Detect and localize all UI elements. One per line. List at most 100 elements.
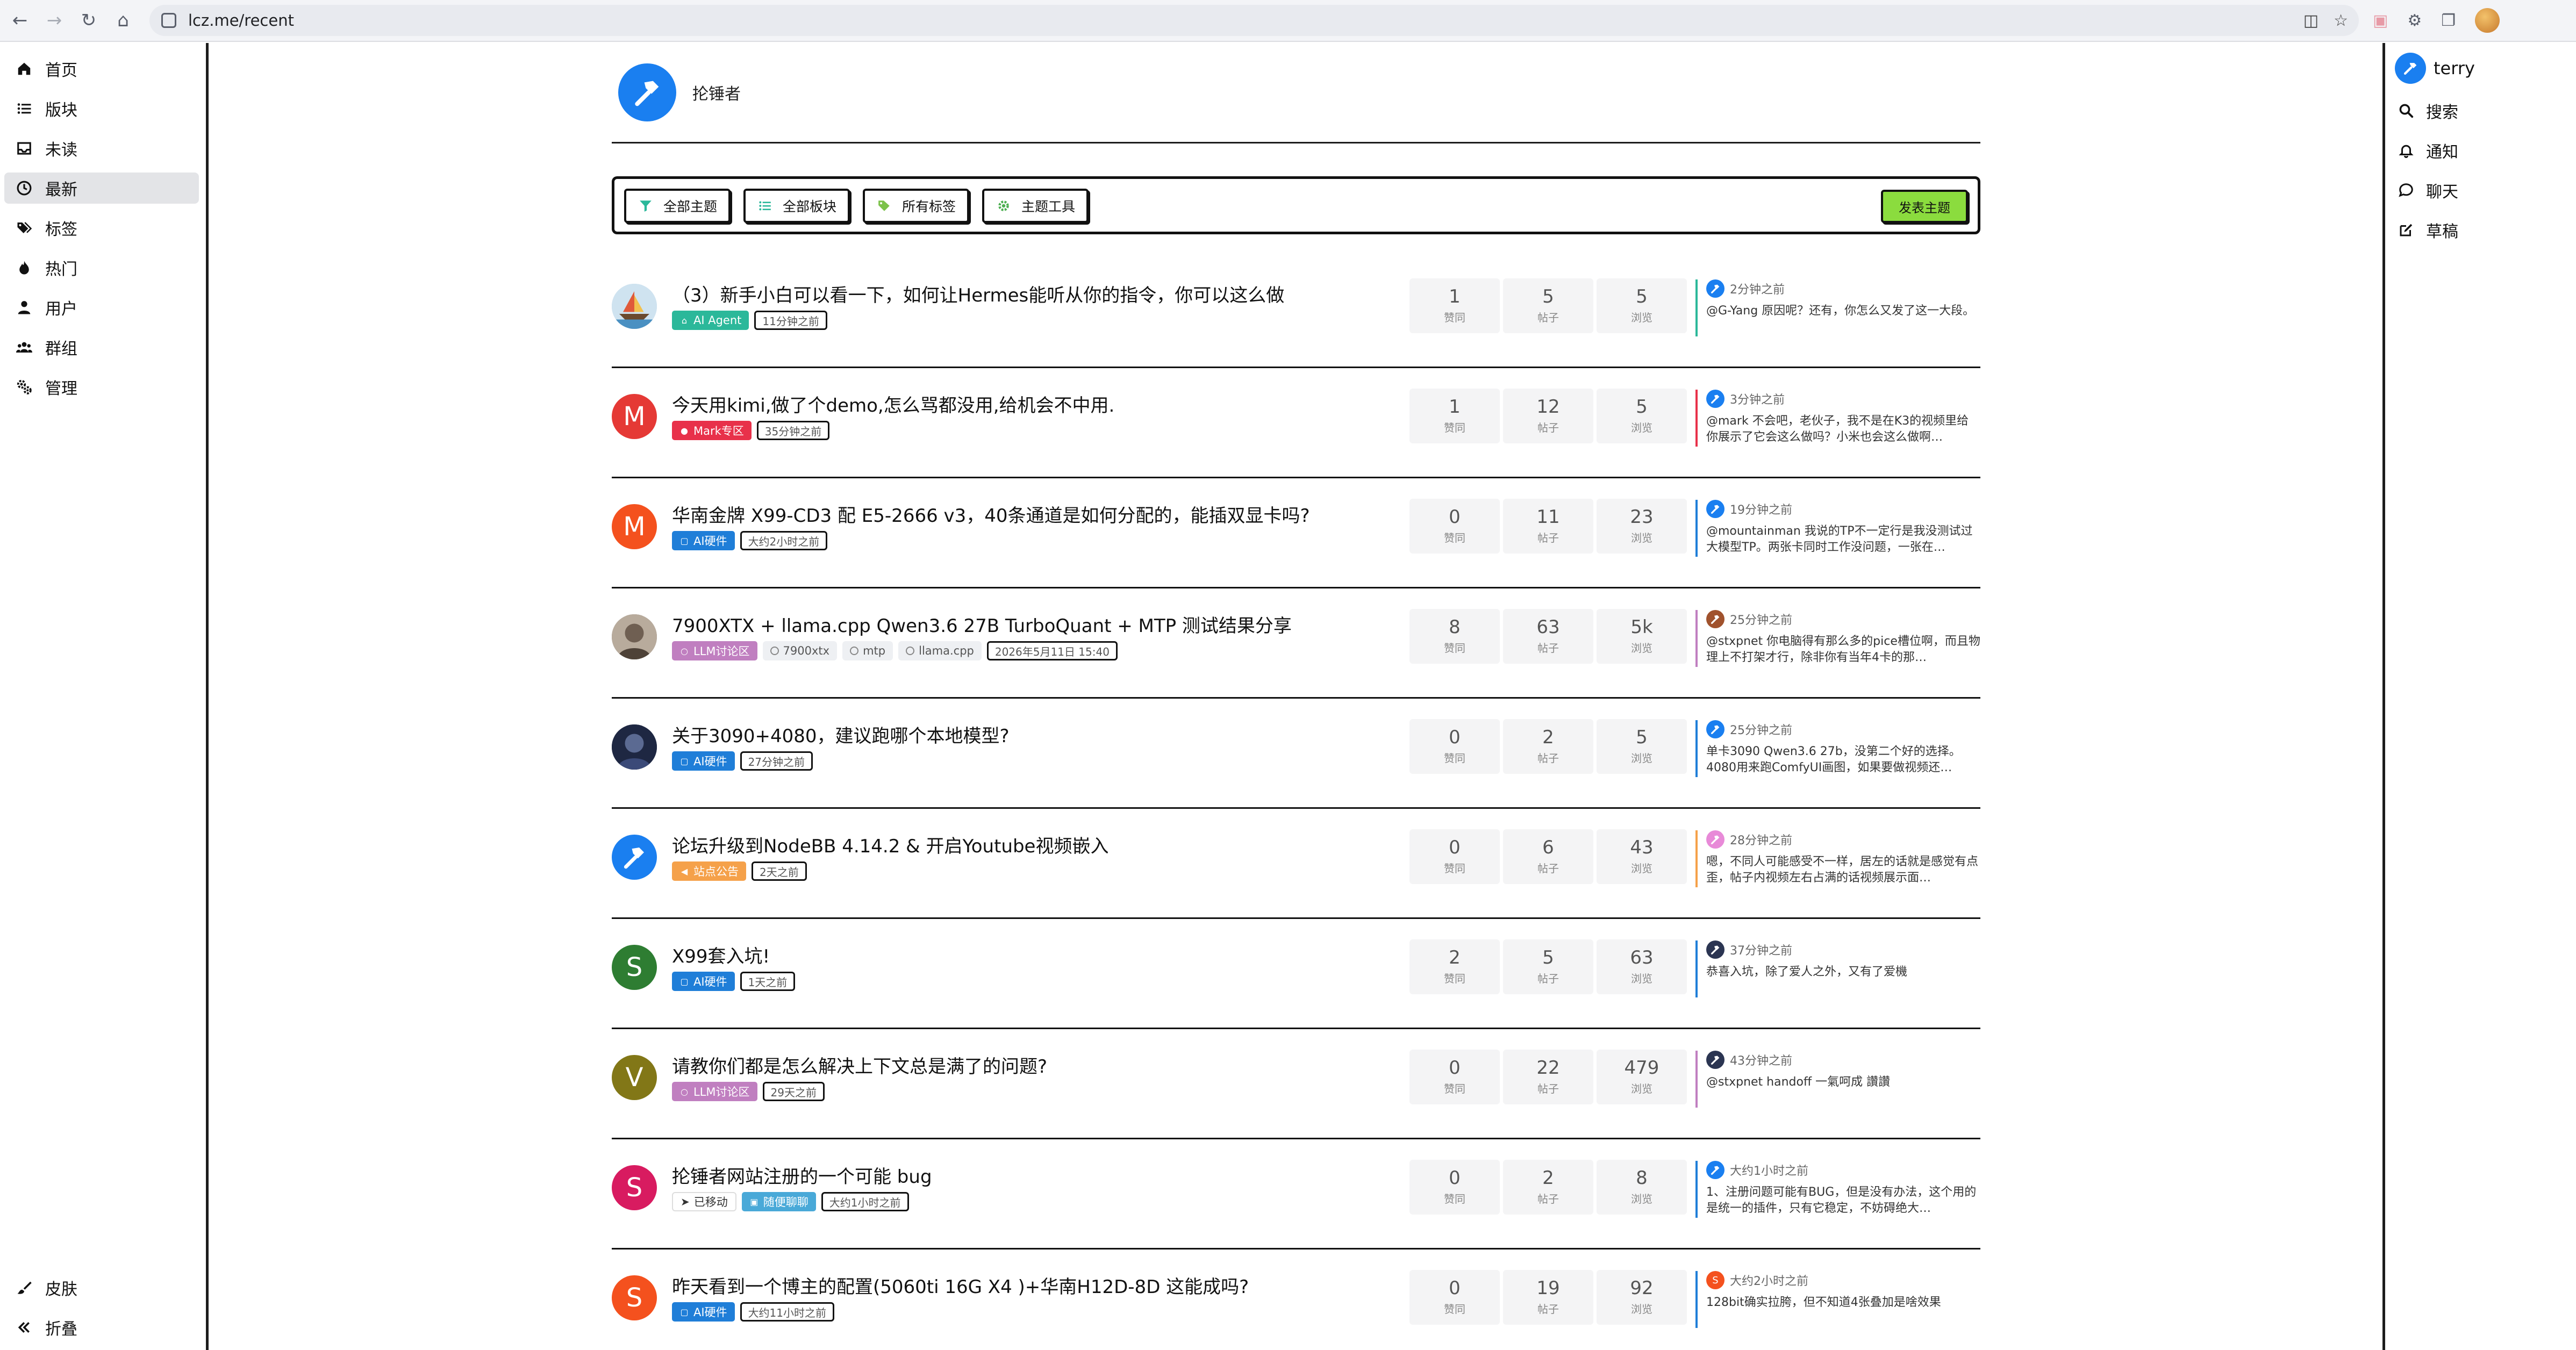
- last-post[interactable]: 大约1小时之前 1、注册问题可能有BUG，但是没有办法，这个用的是统一的插件，只有…: [1695, 1161, 1980, 1218]
- topic-title-link[interactable]: 昨天看到一个博主的配置(5060ti 16G X4 )+华南H12D-8D 这能…: [672, 1272, 1249, 1298]
- sidebar-item-unread[interactable]: 未读: [4, 133, 199, 164]
- topic-time[interactable]: 大约2小时之前: [740, 531, 828, 550]
- last-post-time[interactable]: 2分钟之前: [1730, 280, 1785, 297]
- sidebar-item-popular[interactable]: 热门: [4, 252, 199, 283]
- last-post-time[interactable]: 大约1小时之前: [1730, 1161, 1808, 1179]
- tag-chip[interactable]: mtp: [842, 641, 893, 660]
- sidebar-item-groups[interactable]: 群组: [4, 332, 199, 363]
- last-post-time[interactable]: 3分钟之前: [1730, 390, 1785, 407]
- sidebar-item-users[interactable]: 用户: [4, 292, 199, 323]
- topic-title-link[interactable]: （3）新手小白可以看一下，如何让Hermes能听从你的指令，你可以这么做: [672, 281, 1284, 307]
- extensions-puzzle-icon[interactable]: ❐: [2441, 11, 2456, 30]
- author-avatar[interactable]: [612, 835, 657, 880]
- last-post-time[interactable]: 25分钟之前: [1730, 721, 1792, 738]
- topic-row[interactable]: M 华南金牌 X99-CD3 配 E5-2666 v3，40条通道是如何分配的，能…: [612, 478, 1980, 588]
- last-post[interactable]: 25分钟之前 单卡3090 Qwen3.6 27b，没第二个好的选择。4080用来…: [1695, 720, 1980, 777]
- last-poster-avatar[interactable]: [1706, 390, 1725, 408]
- sidebar-item-tags[interactable]: 标签: [4, 212, 199, 243]
- last-post[interactable]: 25分钟之前 @stxpnet 你电脑得有那么多的pice槽位啊，而且物理上不打架…: [1695, 610, 1980, 667]
- sidebar-item-skins[interactable]: 皮肤: [4, 1272, 199, 1303]
- author-avatar[interactable]: V: [612, 1055, 657, 1100]
- topic-title-link[interactable]: 7900XTX + llama.cpp Qwen3.6 27B TurboQua…: [672, 611, 1292, 637]
- last-post-time[interactable]: 25分钟之前: [1730, 611, 1792, 628]
- topic-time[interactable]: 29天之前: [762, 1082, 825, 1101]
- extension-icon[interactable]: ⚙: [2407, 11, 2422, 30]
- author-avatar[interactable]: S: [612, 1275, 657, 1320]
- home-icon[interactable]: ⌂: [109, 6, 138, 35]
- topic-row[interactable]: M 今天用kimi,做了个demo,怎么骂都没用,给机会不中用. ● Mark专区 35…: [612, 368, 1980, 478]
- last-post-time[interactable]: 28分钟之前: [1730, 831, 1792, 848]
- topic-time[interactable]: 1天之前: [740, 972, 796, 991]
- topic-row[interactable]: S 抡锤者网站注册的一个可能 bug ➤ 已移动 ▣ 随便聊聊 大约1小时之前 0 赞同 2 帖子 8…: [612, 1139, 1980, 1250]
- topic-title-link[interactable]: 抡锤者网站注册的一个可能 bug: [672, 1162, 932, 1188]
- sidebar-item-chat[interactable]: 聊天: [2395, 175, 2458, 206]
- topic-title-link[interactable]: 关于3090+4080，建议跑哪个本地模型?: [672, 721, 1010, 748]
- topic-time[interactable]: 大约11小时之前: [740, 1302, 835, 1322]
- install-app-icon[interactable]: ◫: [2303, 11, 2319, 30]
- last-post[interactable]: S 大约2小时之前 128bit确实拉胯，但不知道4张叠加是啥效果: [1695, 1271, 1980, 1328]
- category-badge[interactable]: ◀ 站点公告: [672, 861, 746, 881]
- tag-chip[interactable]: llama.cpp: [898, 641, 982, 660]
- category-badge[interactable]: ⌂ AI Agent: [672, 311, 749, 330]
- last-post-time[interactable]: 19分钟之前: [1730, 500, 1792, 518]
- topic-row[interactable]: S 昨天看到一个博主的配置(5060ti 16G X4 )+华南H12D-8D 这…: [612, 1250, 1980, 1350]
- last-post-time[interactable]: 大约2小时之前: [1730, 1272, 1808, 1289]
- category-badge[interactable]: ▢ AI硬件: [672, 531, 735, 550]
- topic-time[interactable]: 2026年5月11日 15:40: [986, 641, 1118, 660]
- category-badge[interactable]: ▢ AI硬件: [672, 1302, 735, 1322]
- back-icon[interactable]: ←: [5, 6, 34, 35]
- user-menu[interactable]: terry: [2395, 53, 2475, 84]
- author-avatar[interactable]: S: [612, 945, 657, 990]
- topic-time[interactable]: 35分钟之前: [756, 421, 830, 440]
- topic-time[interactable]: 大约1小时之前: [821, 1192, 909, 1211]
- last-post[interactable]: 37分钟之前 恭喜入坑，除了爱人之外，又有了爱機: [1695, 940, 1980, 997]
- last-poster-avatar[interactable]: [1706, 830, 1725, 849]
- sidebar-item-recent[interactable]: 最新: [4, 173, 199, 204]
- topic-row[interactable]: V 请教你们都是怎么解决上下文总是满了的问题? ○ LLM讨论区 29天之前 0 赞同 22 帖…: [612, 1029, 1980, 1139]
- last-poster-avatar[interactable]: [1706, 720, 1725, 738]
- all-tags-button[interactable]: 所有标签: [863, 189, 969, 223]
- author-avatar[interactable]: S: [612, 1165, 657, 1210]
- all-categories-button[interactable]: 全部板块: [743, 189, 850, 223]
- reload-icon[interactable]: ↻: [74, 6, 103, 35]
- topic-row[interactable]: S X99套入坑! ▢ AI硬件 1天之前 2 赞同 5 帖子 63 浏览 37分钟之前 恭喜入坑，除了…: [612, 919, 1980, 1029]
- last-poster-avatar[interactable]: [1706, 940, 1725, 959]
- last-post-time[interactable]: 37分钟之前: [1730, 941, 1792, 958]
- last-post[interactable]: 28分钟之前 嗯，不同人可能感受不一样，居左的话就是感觉有点歪，帖子内视频左右占满…: [1695, 830, 1980, 887]
- forward-icon[interactable]: →: [40, 6, 69, 35]
- all-topics-button[interactable]: 全部主题: [624, 189, 731, 223]
- bookmark-star-icon[interactable]: ☆: [2334, 11, 2348, 30]
- category-badge[interactable]: ○ LLM讨论区: [672, 641, 757, 660]
- topic-time[interactable]: 2天之前: [752, 861, 807, 881]
- last-post[interactable]: 43分钟之前 @stxpnet handoff 一氣呵成 讚讚: [1695, 1051, 1980, 1108]
- sidebar-item-notifications[interactable]: 通知: [2395, 135, 2458, 166]
- brand[interactable]: 抡锤者: [618, 63, 741, 121]
- last-post[interactable]: 2分钟之前 @G-Yang 原因呢？还有，你怎么又发了这一大段。: [1695, 279, 1980, 336]
- category-badge[interactable]: ▣ 随便聊聊: [741, 1192, 816, 1211]
- author-avatar[interactable]: M: [612, 504, 657, 549]
- sidebar-item-home[interactable]: 首页: [4, 53, 199, 84]
- extension-icon[interactable]: ▣: [2373, 11, 2388, 30]
- last-post-time[interactable]: 43分钟之前: [1730, 1051, 1792, 1068]
- topic-title-link[interactable]: X99套入坑!: [672, 942, 770, 968]
- author-avatar[interactable]: [612, 724, 657, 770]
- sidebar-item-drafts[interactable]: 草稿: [2395, 214, 2458, 246]
- topic-row[interactable]: （3）新手小白可以看一下，如何让Hermes能听从你的指令，你可以这么做 ⌂ AI …: [612, 258, 1980, 368]
- topic-row[interactable]: 7900XTX + llama.cpp Qwen3.6 27B TurboQua…: [612, 588, 1980, 699]
- last-poster-avatar[interactable]: [1706, 500, 1725, 518]
- topic-tools-button[interactable]: 主题工具: [982, 189, 1089, 223]
- topic-title-link[interactable]: 论坛升级到NodeBB 4.14.2 & 开启Youtube视频嵌入: [672, 831, 1108, 858]
- author-avatar[interactable]: M: [612, 394, 657, 439]
- sidebar-item-admin[interactable]: 管理: [4, 371, 199, 403]
- category-badge[interactable]: ○ LLM讨论区: [672, 1082, 757, 1101]
- topic-title-link[interactable]: 请教你们都是怎么解决上下文总是满了的问题?: [672, 1052, 1047, 1078]
- topic-row[interactable]: 关于3090+4080，建议跑哪个本地模型? ▢ AI硬件 27分钟之前 0 赞同 2 帖子 5…: [612, 699, 1980, 809]
- site-info-icon[interactable]: [161, 13, 176, 28]
- topic-title-link[interactable]: 华南金牌 X99-CD3 配 E5-2666 v3，40条通道是如何分配的，能插…: [672, 501, 1310, 527]
- last-poster-avatar[interactable]: [1706, 1161, 1725, 1179]
- category-badge[interactable]: ▢ AI硬件: [672, 751, 735, 771]
- sidebar-item-search[interactable]: 搜索: [2395, 95, 2458, 126]
- last-poster-avatar[interactable]: [1706, 279, 1725, 298]
- category-badge[interactable]: ▢ AI硬件: [672, 972, 735, 991]
- category-badge[interactable]: ● Mark专区: [672, 421, 752, 440]
